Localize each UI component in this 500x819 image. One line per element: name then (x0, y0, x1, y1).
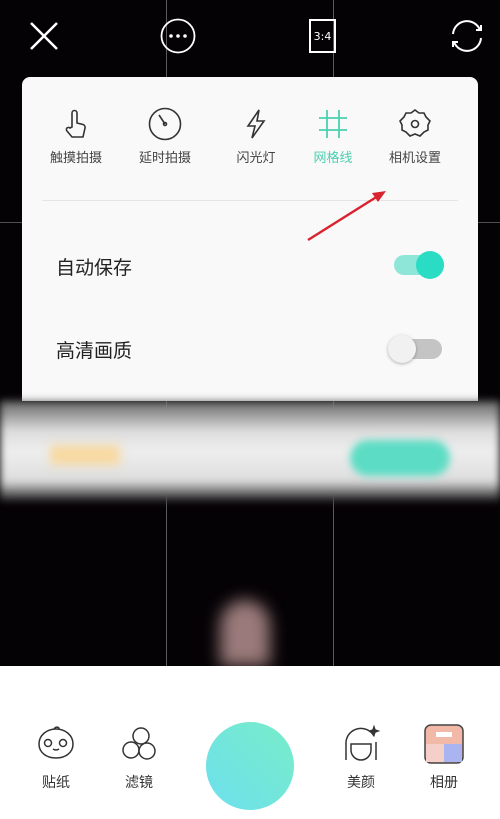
blurred-element (50, 445, 120, 465)
blurred-button (350, 440, 450, 476)
toolbar-label: 贴纸 (42, 775, 70, 791)
beauty-button[interactable]: 美颜 (331, 724, 391, 792)
toolbar-label: 相册 (430, 775, 458, 791)
album-thumbnail (424, 724, 464, 764)
toolbar-label: 滤镜 (125, 775, 153, 791)
filter-button[interactable]: 滤镜 (109, 724, 169, 792)
album-button[interactable]: 相册 (414, 724, 474, 792)
blurred-subject (220, 600, 270, 666)
bottom-toolbar: 贴纸 滤镜 美颜 相册 (0, 666, 500, 819)
annotation-arrow (307, 191, 386, 242)
toolbar-label: 美颜 (347, 775, 375, 791)
beauty-icon (345, 724, 381, 761)
filter-icon (122, 727, 156, 760)
shutter-button[interactable] (206, 722, 294, 810)
sticker-icon (38, 726, 74, 759)
sticker-button[interactable]: 贴纸 (26, 724, 86, 792)
